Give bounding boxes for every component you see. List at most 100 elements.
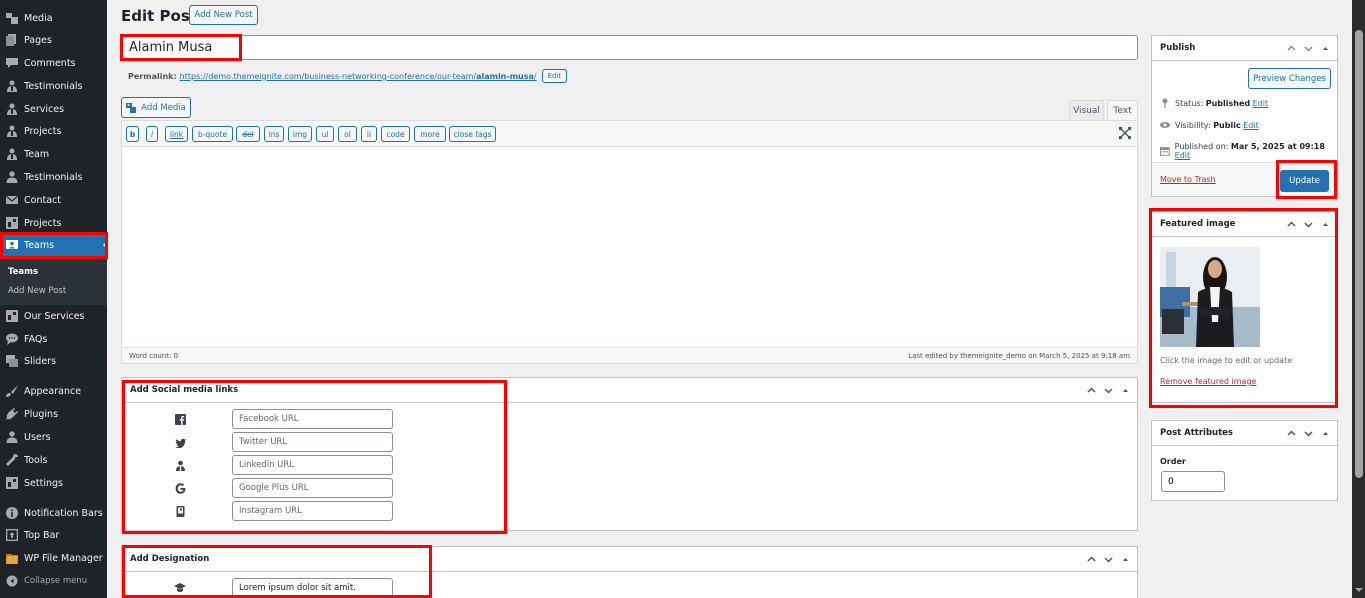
sidebar-item-sliders[interactable]: Sliders <box>0 350 107 372</box>
social-link-row <box>122 409 502 429</box>
chat-icon <box>0 333 24 345</box>
sidebar-item-users[interactable]: Users <box>0 426 107 448</box>
sidebar-item-pages[interactable]: Pages <box>0 29 107 51</box>
move-down-icon[interactable] <box>1103 385 1114 396</box>
sidebar-item-faqs[interactable]: FAQs <box>0 328 107 350</box>
sidebar-item-appearance[interactable]: Appearance <box>0 380 107 402</box>
sidebar-item-our-services[interactable]: Our Services <box>0 305 107 327</box>
sidebar-item-services[interactable]: Services <box>0 98 107 120</box>
sidebar-item-label: Users <box>24 431 51 443</box>
twitter-url-input[interactable] <box>232 432 393 452</box>
preview-changes-button[interactable]: Preview Changes <box>1248 68 1331 89</box>
grid-icon <box>0 217 24 229</box>
update-button[interactable]: Update <box>1280 170 1329 192</box>
quicktag-close-tags-button[interactable]: close tags <box>449 126 496 142</box>
submenu-item-add-new-post[interactable]: Add New Post <box>8 286 66 296</box>
move-up-icon[interactable] <box>1286 43 1297 54</box>
page-title: Edit Post <box>121 7 197 25</box>
sidebar-item-label: FAQs <box>24 333 48 345</box>
permalink-edit-button[interactable]: Edit <box>541 69 568 83</box>
move-down-icon[interactable] <box>1303 219 1314 230</box>
quicktag-ol-button[interactable]: ol <box>338 126 357 142</box>
sidebar-item-teams[interactable]: Teams <box>0 234 107 256</box>
move-down-icon[interactable] <box>1303 43 1314 54</box>
add-new-post-button[interactable]: Add New Post <box>189 5 258 25</box>
post-editor: b i link b-quote del ins img ul ol li code more clos… <box>121 120 1138 364</box>
toggle-panel-icon[interactable] <box>1120 385 1131 396</box>
quicktag-ul-button[interactable]: ul <box>316 126 334 142</box>
add-media-button[interactable]: Add Media <box>121 97 191 118</box>
sidebar-item-settings[interactable]: Settings <box>0 472 107 494</box>
toggle-panel-icon[interactable] <box>1120 554 1131 565</box>
word-count: Word count: 0 <box>129 351 179 360</box>
sidebar-item-projects[interactable]: Projects <box>0 212 107 234</box>
last-edited: Last edited by themeignite_demo on March… <box>908 351 1130 360</box>
post-title-value: Alamin Musa <box>129 40 213 55</box>
sidebar-item-notification-bars[interactable]: Notification Bars <box>0 502 107 524</box>
quicktag-ins-button[interactable]: ins <box>264 126 284 142</box>
move-down-icon[interactable] <box>1103 554 1114 565</box>
social-links-box: Add Social media links <box>121 377 1138 531</box>
editor-textarea[interactable] <box>122 148 1137 348</box>
sidebar-item-label: Contact <box>24 194 61 206</box>
toggle-panel-icon[interactable] <box>1320 43 1331 54</box>
remove-featured-image-link[interactable]: Remove featured image <box>1160 377 1256 386</box>
sidebar-item-contact[interactable]: Contact <box>0 189 107 211</box>
add-media-icon <box>126 102 137 113</box>
sidebar-item-plugins[interactable]: Plugins <box>0 403 107 425</box>
quicktag-li-button[interactable]: li <box>361 126 377 142</box>
facebook-url-input[interactable] <box>232 409 393 429</box>
designation-input[interactable] <box>232 578 393 598</box>
move-up-icon[interactable] <box>1086 554 1097 565</box>
instagram-url-input[interactable] <box>232 501 393 521</box>
sidebar-item-label: Top Bar <box>24 529 60 541</box>
tab-text[interactable]: Text <box>1107 100 1138 121</box>
sidebar-item-media[interactable]: Media <box>0 7 107 29</box>
collapse-menu-label: Collapse menu <box>24 576 88 586</box>
sidebar-item-team[interactable]: Team <box>0 143 107 165</box>
sidebar-item-testimonials[interactable]: Testimonials <box>0 166 107 188</box>
tab-visual[interactable]: Visual <box>1069 100 1104 121</box>
google-url-input[interactable] <box>232 478 393 498</box>
linkedin-url-input[interactable] <box>232 455 393 475</box>
sidebar-item-comments[interactable]: Comments <box>0 52 107 74</box>
toggle-panel-icon[interactable] <box>1320 428 1331 439</box>
published-on-row: Published on: Mar 5, 2025 at 09:18 Edit <box>1160 142 1337 160</box>
quicktag-del-button[interactable]: del <box>236 126 260 142</box>
order-input[interactable] <box>1161 471 1225 492</box>
permalink-link[interactable]: https://demo.themeignite.com/business-ne… <box>180 72 537 81</box>
person-icon <box>0 80 24 92</box>
fullscreen-icon[interactable] <box>1119 127 1131 139</box>
quicktag-code-button[interactable]: code <box>381 126 410 142</box>
sidebar-item-tools[interactable]: Tools <box>0 449 107 471</box>
quicktag-i-button[interactable]: i <box>146 126 158 142</box>
quicktag-b-button[interactable]: b <box>126 126 139 142</box>
collapse-menu-button[interactable]: Collapse menu <box>0 570 107 592</box>
google-icon <box>174 482 186 494</box>
quicktag-img-button[interactable]: img <box>288 126 312 142</box>
published-edit-link[interactable]: Edit <box>1175 151 1191 160</box>
scroll-down-arrow[interactable] <box>1355 588 1363 592</box>
sidebar-item-projects[interactable]: Projects <box>0 120 107 142</box>
sidebar-item-testimonials[interactable]: Testimonials <box>0 75 107 97</box>
quicktag-more-button[interactable]: more <box>414 126 446 142</box>
move-to-trash-link[interactable]: Move to Trash <box>1160 175 1216 184</box>
quicktag-b-quote-button[interactable]: b-quote <box>192 126 233 142</box>
quicktag-link-button[interactable]: link <box>165 126 188 142</box>
submenu-item-teams[interactable]: Teams <box>8 267 38 277</box>
visibility-edit-link[interactable]: Edit <box>1243 121 1259 130</box>
move-up-icon[interactable] <box>1286 428 1297 439</box>
collapse-icon <box>0 575 24 587</box>
toggle-panel-icon[interactable] <box>1320 219 1331 230</box>
status-edit-link[interactable]: Edit <box>1253 99 1269 108</box>
scrollbar-thumb[interactable] <box>1355 30 1363 478</box>
sidebar-item-top-bar[interactable]: Top Bar <box>0 524 107 546</box>
featured-image-thumbnail[interactable] <box>1160 247 1260 347</box>
sidebar-item-wp-file-manager[interactable]: WP File Manager <box>0 547 107 569</box>
move-down-icon[interactable] <box>1303 428 1314 439</box>
page-scrollbar[interactable] <box>1352 0 1365 598</box>
move-up-icon[interactable] <box>1086 385 1097 396</box>
sidebar-item-label: Settings <box>24 477 63 489</box>
post-title-input[interactable]: Alamin Musa <box>121 35 1138 60</box>
move-up-icon[interactable] <box>1286 219 1297 230</box>
